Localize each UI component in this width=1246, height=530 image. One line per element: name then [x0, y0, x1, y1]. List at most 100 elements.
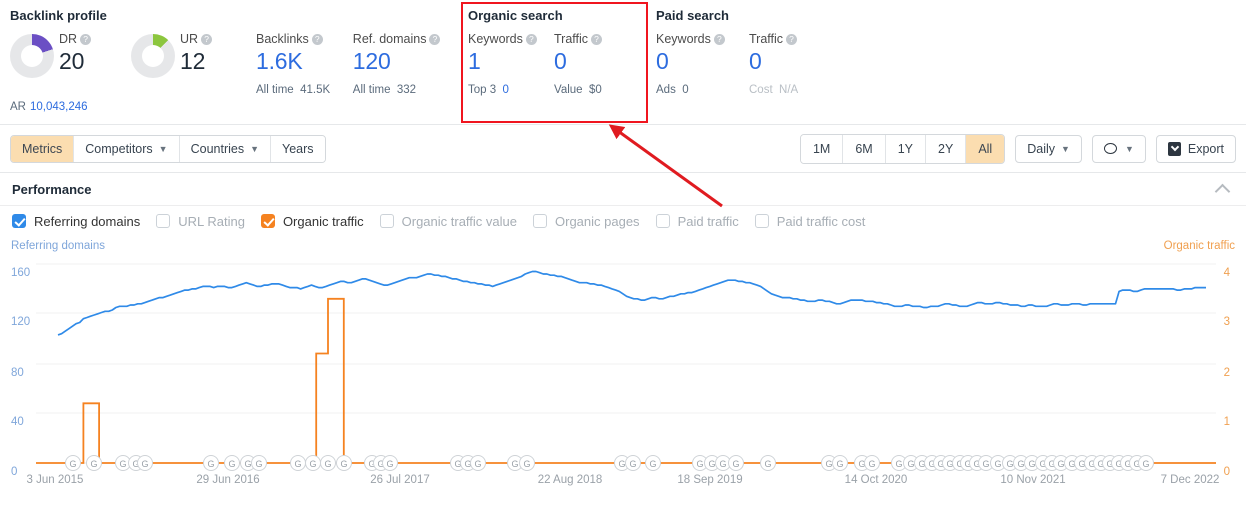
marker-glyph: G	[1017, 459, 1024, 469]
range-1m[interactable]: 1M	[800, 134, 844, 163]
marker-glyph: G	[982, 459, 989, 469]
google-update-marker[interactable]: G	[382, 455, 398, 471]
tab-metrics[interactable]: Metrics	[11, 135, 75, 162]
google-update-marker[interactable]: G	[305, 455, 321, 471]
google-update-marker[interactable]: G	[336, 455, 352, 471]
google-update-marker[interactable]: G	[832, 455, 848, 471]
paid-traffic-value[interactable]: 0	[749, 48, 842, 75]
help-icon[interactable]: ?	[525, 34, 537, 45]
tab-competitors[interactable]: Competitors ▼	[74, 135, 180, 162]
notes-dropdown[interactable]: ▼	[1091, 134, 1146, 163]
paid-search-group: Paid search Keywords? 0 Ads 0 Traffic? 0…	[640, 8, 842, 97]
paid-keywords-cell: Keywords? 0 Ads 0	[656, 32, 749, 97]
google-update-marker[interactable]: G	[519, 455, 535, 471]
help-icon[interactable]: ?	[201, 34, 213, 45]
legend-item-organic-traffic-value[interactable]: Organic traffic value	[379, 214, 517, 229]
checkbox-icon[interactable]	[12, 214, 26, 228]
legend-item-url-rating[interactable]: URL Rating	[156, 214, 245, 229]
google-update-marker[interactable]: G	[203, 455, 219, 471]
tab-countries[interactable]: Countries ▼	[179, 135, 272, 162]
checkbox-icon[interactable]	[156, 214, 171, 228]
help-icon[interactable]: ?	[80, 34, 92, 45]
google-update-marker[interactable]: G	[290, 455, 306, 471]
legend-item-paid-traffic-cost[interactable]: Paid traffic cost	[754, 213, 866, 229]
chart-toolbar: Metrics Competitors ▼ Countries ▼ Years 1M 6M 1…	[0, 125, 1246, 173]
range-2y[interactable]: 2Y	[926, 134, 967, 163]
metric-legend-row: Referring domains URL Rating Organic traff…	[0, 206, 1246, 236]
ref-domains-value[interactable]: 120	[353, 48, 450, 75]
paid-traffic-subline: Cost N/A	[749, 84, 799, 96]
metric-ur: UR? 12	[131, 32, 236, 78]
google-update-marker[interactable]: G	[645, 455, 661, 471]
organic-keywords-label: Keywords?	[468, 32, 554, 48]
google-update-marker[interactable]: G	[1138, 455, 1154, 471]
checkbox-icon[interactable]	[655, 214, 670, 228]
google-update-marker[interactable]: G	[625, 455, 641, 471]
y-axis-tick-left: 160	[11, 267, 31, 279]
x-axis-tick: 3 Jun 2015	[26, 474, 84, 486]
marker-glyph: G	[244, 459, 251, 469]
marker-glyph: G	[474, 459, 481, 469]
google-update-marker[interactable]: G	[65, 455, 81, 471]
chevron-down-icon: ▼	[158, 143, 168, 154]
legend-label: Organic traffic	[282, 213, 364, 229]
paid-keywords-value[interactable]: 0	[656, 48, 749, 75]
view-tab-group[interactable]: Metrics Competitors ▼ Countries ▼ Years	[10, 134, 326, 163]
tab-years[interactable]: Years	[271, 135, 325, 162]
marker-glyph: G	[309, 459, 316, 469]
marker-glyph: G	[228, 459, 235, 469]
marker-glyph: G	[207, 459, 214, 469]
chevron-up-icon[interactable]	[1214, 183, 1231, 199]
x-axis-tick: 14 Oct 2020	[844, 474, 908, 486]
help-icon[interactable]: ?	[311, 34, 323, 45]
marker-glyph: G	[1057, 459, 1064, 469]
backlinks-label: Backlinks?	[256, 32, 349, 48]
help-icon[interactable]: ?	[713, 34, 725, 45]
google-update-marker[interactable]: G	[760, 455, 776, 471]
chart-canvas[interactable]: GGGGGGGGGGGGGGGGGGGGGGGGGGGGGGGGGGGGGGGG…	[0, 236, 1246, 481]
help-icon[interactable]: ?	[786, 34, 798, 45]
range-6m[interactable]: 6M	[843, 134, 886, 163]
export-button[interactable]: Export	[1155, 134, 1236, 163]
help-icon[interactable]: ?	[429, 34, 441, 45]
legend-item-referring-domains[interactable]: Referring domains	[12, 214, 140, 229]
range-1y[interactable]: 1Y	[885, 134, 927, 163]
organic-keywords-subline: Top 3 0	[468, 84, 509, 96]
checkbox-icon[interactable]	[533, 214, 547, 228]
backlinks-subline: All time 41.5K	[256, 84, 331, 96]
ref-domains-subline: All time 332	[352, 84, 417, 96]
backlinks-value[interactable]: 1.6K	[256, 48, 349, 75]
granularity-dropdown[interactable]: Daily ▼	[1015, 134, 1082, 163]
google-update-marker[interactable]: G	[320, 455, 336, 471]
legend-item-organic-pages[interactable]: Organic pages	[533, 214, 640, 229]
marker-glyph: G	[994, 459, 1001, 469]
google-update-marker[interactable]: G	[137, 455, 153, 471]
checkbox-icon[interactable]	[379, 214, 394, 228]
organic-keywords-value[interactable]: 1	[468, 48, 554, 75]
y-axis-tick-right: 0	[1223, 466, 1230, 478]
google-update-marker[interactable]: G	[728, 455, 744, 471]
marker-glyph: G	[895, 459, 902, 469]
organic-keywords-cell: Keywords? 1 Top 3 0	[468, 32, 554, 97]
range-all[interactable]: All	[966, 134, 1005, 163]
google-update-marker[interactable]: G	[864, 455, 880, 471]
checkbox-icon[interactable]	[260, 214, 275, 228]
organic-traffic-value[interactable]: 0	[554, 48, 640, 75]
legend-item-paid-traffic[interactable]: Paid traffic	[655, 214, 739, 229]
google-update-marker[interactable]: G	[86, 455, 102, 471]
legend-label: Paid traffic cost	[776, 213, 866, 229]
performance-chart: Referring domains Organic traffic GGGGGG…	[0, 236, 1246, 486]
google-update-marker[interactable]: G	[470, 455, 486, 471]
legend-item-organic-traffic[interactable]: Organic traffic	[260, 213, 364, 229]
y-axis-tick-left: 120	[11, 316, 31, 328]
y-axis-tick-right: 1	[1223, 416, 1230, 428]
help-icon[interactable]: ?	[591, 34, 603, 45]
date-range-group[interactable]: 1M 6M 1Y 2Y All	[799, 133, 1006, 164]
marker-glyph: G	[69, 459, 76, 469]
checkbox-icon[interactable]	[754, 214, 769, 228]
google-update-marker[interactable]: G	[251, 455, 267, 471]
dr-value: 20	[59, 48, 85, 74]
granularity-label: Daily	[1027, 141, 1056, 156]
google-update-marker[interactable]: G	[224, 455, 240, 471]
paid-keywords-label: Keywords?	[656, 32, 749, 48]
